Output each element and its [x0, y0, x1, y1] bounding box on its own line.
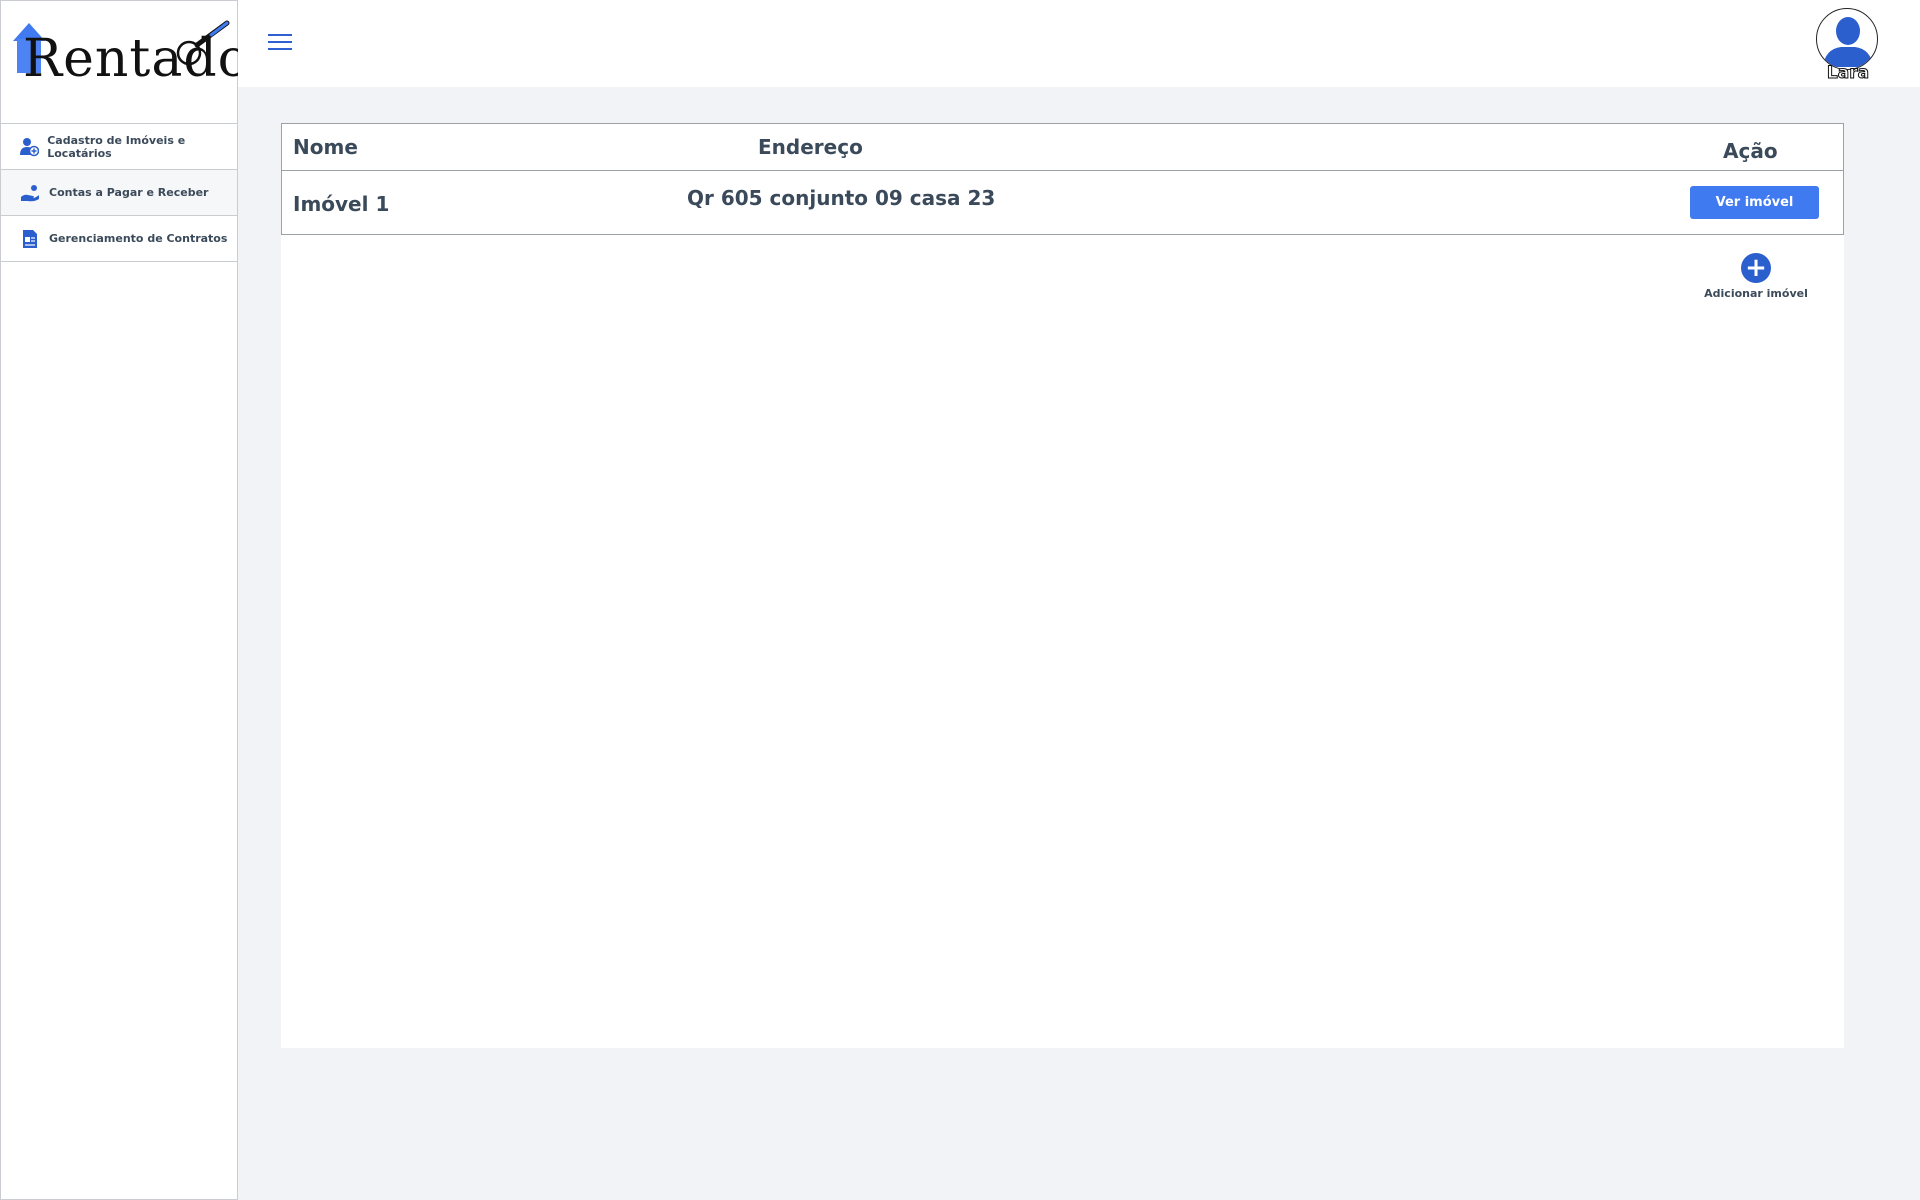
column-header-endereco: Endereço [758, 135, 863, 159]
sidebar-item-cadastro[interactable]: Cadastro de Imóveis e Locatários [1, 124, 237, 170]
sidebar-item-contratos[interactable]: Gerenciamento de Contratos [1, 216, 237, 262]
logo-text: Rentado [23, 29, 250, 89]
sidebar: Rentado Cadastro de Imóveis e Locatários… [0, 0, 249, 1200]
hand-money-icon [19, 182, 41, 204]
sidebar-item-contas[interactable]: Contas a Pagar e Receber [1, 170, 237, 216]
avatar-icon [1816, 8, 1878, 70]
user-avatar[interactable]: Lara [1816, 8, 1880, 84]
top-bar: Lara [238, 0, 1920, 87]
sidebar-item-label: Contas a Pagar e Receber [49, 186, 209, 199]
main-panel: Nome Endereço Ação Imóvel 1 Qr 605 conju… [281, 123, 1844, 1048]
table-header: Nome Endereço Ação [282, 124, 1843, 171]
plus-circle-icon: + [1741, 253, 1771, 283]
sidebar-item-label: Cadastro de Imóveis e Locatários [47, 133, 186, 160]
user-name: Lara [1826, 63, 1870, 84]
column-header-acao: Ação [1723, 139, 1778, 163]
user-plus-icon [19, 136, 40, 158]
column-header-nome: Nome [293, 135, 358, 159]
logo-area: Rentado [1, 1, 249, 124]
add-imovel-button[interactable]: + Adicionar imóvel [1696, 253, 1816, 313]
table-row: Imóvel 1 Qr 605 conjunto 09 casa 23 Ver … [282, 171, 1843, 234]
cell-nome: Imóvel 1 [293, 192, 390, 216]
cell-endereco: Qr 605 conjunto 09 casa 23 [687, 186, 996, 210]
add-imovel-label: Adicionar imóvel [1704, 287, 1808, 300]
sidebar-item-label: Gerenciamento de Contratos [49, 232, 228, 245]
ver-imovel-button[interactable]: Ver imóvel [1690, 186, 1819, 219]
properties-table: Nome Endereço Ação Imóvel 1 Qr 605 conju… [281, 123, 1844, 235]
contract-document-icon [19, 228, 41, 250]
hamburger-icon[interactable] [268, 34, 292, 52]
rentado-logo[interactable]: Rentado [11, 15, 249, 89]
